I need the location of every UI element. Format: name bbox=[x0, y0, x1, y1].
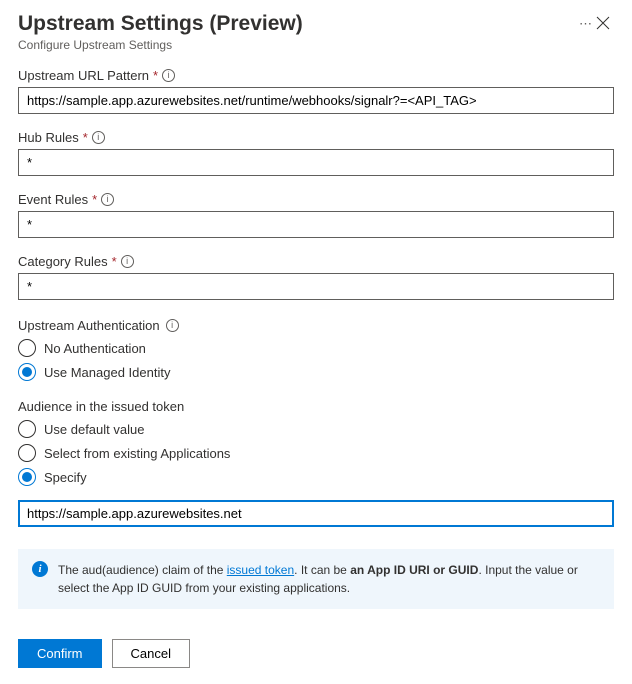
auth-radio-managed-label: Use Managed Identity bbox=[44, 365, 170, 380]
auth-radio-managed[interactable]: Use Managed Identity bbox=[18, 363, 614, 381]
url-pattern-input[interactable] bbox=[18, 87, 614, 114]
audience-radio-default-label: Use default value bbox=[44, 422, 144, 437]
required-marker: * bbox=[153, 68, 158, 83]
category-rules-label: Category Rules bbox=[18, 254, 108, 269]
info-box-text: The aud(audience) claim of the issued to… bbox=[58, 561, 600, 597]
page-subtitle: Configure Upstream Settings bbox=[18, 38, 571, 52]
audience-section-label: Audience in the issued token bbox=[18, 399, 184, 414]
info-icon: i bbox=[32, 561, 48, 577]
issued-token-link[interactable]: issued token bbox=[227, 563, 294, 577]
audience-radio-existing-label: Select from existing Applications bbox=[44, 446, 230, 461]
radio-icon bbox=[18, 363, 36, 381]
radio-icon bbox=[18, 468, 36, 486]
auth-radio-none[interactable]: No Authentication bbox=[18, 339, 614, 357]
radio-icon bbox=[18, 339, 36, 357]
auth-radio-none-label: No Authentication bbox=[44, 341, 146, 356]
info-icon[interactable]: i bbox=[121, 255, 134, 268]
required-marker: * bbox=[112, 254, 117, 269]
radio-icon bbox=[18, 420, 36, 438]
more-icon[interactable]: ⋯ bbox=[579, 16, 592, 32]
page-title: Upstream Settings (Preview) bbox=[18, 12, 571, 36]
info-icon[interactable]: i bbox=[92, 131, 105, 144]
info-icon[interactable]: i bbox=[162, 69, 175, 82]
cancel-button[interactable]: Cancel bbox=[112, 639, 190, 668]
hub-rules-label: Hub Rules bbox=[18, 130, 79, 145]
audience-radio-existing[interactable]: Select from existing Applications bbox=[18, 444, 614, 462]
audience-value-input[interactable] bbox=[18, 500, 614, 527]
close-icon[interactable] bbox=[592, 12, 614, 38]
info-icon[interactable]: i bbox=[166, 319, 179, 332]
auth-section-label: Upstream Authentication bbox=[18, 318, 160, 333]
event-rules-label: Event Rules bbox=[18, 192, 88, 207]
audience-radio-default[interactable]: Use default value bbox=[18, 420, 614, 438]
confirm-button[interactable]: Confirm bbox=[18, 639, 102, 668]
event-rules-input[interactable] bbox=[18, 211, 614, 238]
audience-radio-specify[interactable]: Specify bbox=[18, 468, 614, 486]
required-marker: * bbox=[92, 192, 97, 207]
radio-icon bbox=[18, 444, 36, 462]
required-marker: * bbox=[83, 130, 88, 145]
info-box: i The aud(audience) claim of the issued … bbox=[18, 549, 614, 609]
info-icon[interactable]: i bbox=[101, 193, 114, 206]
hub-rules-input[interactable] bbox=[18, 149, 614, 176]
url-pattern-label: Upstream URL Pattern bbox=[18, 68, 149, 83]
category-rules-input[interactable] bbox=[18, 273, 614, 300]
audience-radio-specify-label: Specify bbox=[44, 470, 87, 485]
